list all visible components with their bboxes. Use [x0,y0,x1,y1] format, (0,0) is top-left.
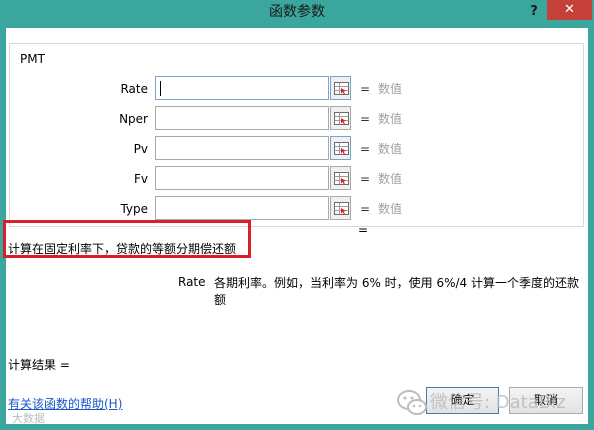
watermark-small: 大数据 [12,412,45,425]
calc-result-label: 计算结果 = [8,358,70,372]
formula-result-equals: = [358,223,369,237]
type-label: Type [120,202,148,216]
range-select-icon [334,172,349,185]
type-range-select-button[interactable] [330,196,351,220]
watermark-text: 微信号: DataBiz [430,392,566,413]
dialog-body: PMT Rate = 数值 Nper = 数值 Pv = 数值 Fv = 数值 … [3,28,588,425]
function-name: PMT [18,52,47,66]
pv-equals: = [360,142,371,156]
fv-equals: = [360,172,371,186]
rate-range-select-button[interactable] [330,76,351,100]
pv-range-select-button[interactable] [330,136,351,160]
dialog-window: 函数参数 ? ✕ PMT Rate = 数值 Nper = 数值 Pv = 数值… [0,0,594,430]
rate-input[interactable] [155,76,329,100]
rate-value: 数值 [378,82,403,96]
help-question-button[interactable]: ? [524,2,544,22]
type-value: 数值 [378,202,403,216]
pv-input[interactable] [155,136,329,160]
param-description: 各期利率。例如，当利率为 6% 时，使用 6%/4 计算一个季度的还款额 [214,276,580,307]
param-name: Rate [178,275,206,289]
type-equals: = [360,202,371,216]
rate-label: Rate [120,82,148,96]
function-help-link[interactable]: 有关该函数的帮助(H) [8,397,122,411]
fv-label: Fv [133,172,148,186]
fv-range-select-button[interactable] [330,166,351,190]
wechat-logo-icon [397,390,427,415]
fv-input[interactable] [155,166,329,190]
pv-label: Pv [133,142,148,156]
nper-input[interactable] [155,106,329,130]
range-select-icon [334,142,349,155]
nper-equals: = [360,112,371,126]
text-caret [160,81,161,96]
nper-value: 数值 [378,112,403,126]
nper-range-select-button[interactable] [330,106,351,130]
dialog-title: 函数参数 [269,4,325,20]
arguments-group: PMT Rate = 数值 Nper = 数值 Pv = 数值 Fv = 数值 … [9,43,584,227]
function-description: 计算在固定利率下，贷款的等额分期偿还额 [8,242,237,256]
pv-value: 数值 [378,142,403,156]
range-select-icon [334,202,349,215]
range-select-icon [334,82,349,95]
nper-label: Nper [119,112,148,126]
rate-equals: = [360,82,371,96]
range-select-icon [334,112,349,125]
title-bar[interactable]: 函数参数 ? ✕ [0,0,594,26]
type-input[interactable] [155,196,329,220]
close-button[interactable]: ✕ [547,0,592,20]
fv-value: 数值 [378,172,403,186]
